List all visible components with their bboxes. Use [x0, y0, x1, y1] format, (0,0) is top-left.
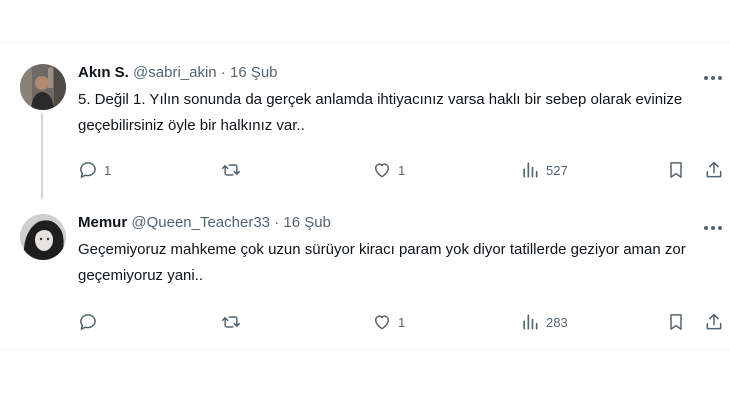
- display-name[interactable]: Memur: [78, 214, 127, 231]
- tweet-text: Geçemiyoruz mahkeme çok uzun sürüyor kir…: [78, 241, 686, 284]
- views-button[interactable]: 283: [520, 311, 568, 333]
- bookmark-icon: [666, 312, 686, 332]
- share-button[interactable]: [704, 311, 724, 333]
- like-count: 1: [398, 314, 406, 330]
- avatar[interactable]: [20, 214, 66, 260]
- bookmark-button[interactable]: [666, 159, 686, 181]
- more-dots-icon[interactable]: [703, 219, 723, 230]
- share-button[interactable]: [704, 159, 724, 181]
- views-chart-icon: [520, 312, 540, 332]
- retweet-icon: [221, 312, 241, 332]
- handle[interactable]: @Queen_Teacher33: [131, 214, 270, 231]
- reply-button[interactable]: 1: [78, 159, 111, 181]
- reply-icon: [78, 312, 98, 332]
- handle[interactable]: @sabri_akin: [133, 64, 217, 81]
- share-icon: [704, 160, 724, 180]
- top-divider: [0, 42, 730, 43]
- bottom-divider: [0, 349, 730, 350]
- tweet-header: Memur @Queen_Teacher33 · 16 Şub: [78, 213, 331, 233]
- tweet-actions: 1 283: [78, 311, 728, 333]
- display-name[interactable]: Akın S.: [78, 64, 129, 81]
- like-button[interactable]: 1: [372, 159, 405, 181]
- tweet-date[interactable]: 16 Şub: [283, 214, 331, 231]
- reply-icon: [78, 160, 98, 180]
- retweet-icon: [221, 160, 241, 180]
- share-icon: [704, 312, 724, 332]
- views-count: 527: [546, 162, 568, 178]
- avatar[interactable]: [20, 64, 66, 110]
- retweet-button[interactable]: [221, 159, 247, 181]
- like-count: 1: [398, 162, 406, 178]
- heart-icon: [372, 160, 392, 180]
- reply-count: 1: [104, 162, 112, 178]
- retweet-button[interactable]: [221, 311, 247, 333]
- views-chart-icon: [520, 160, 540, 180]
- tweet-text: 5. Değil 1. Yılın sonunda da gerçek anla…: [78, 91, 683, 134]
- separator: ·: [274, 214, 280, 231]
- tweet-header: Akın S. @sabri_akin · 16 Şub: [78, 63, 278, 83]
- thread-connector-line: [41, 113, 43, 199]
- more-dots-icon[interactable]: [703, 69, 723, 80]
- views-button[interactable]: 527: [520, 159, 568, 181]
- reply-button[interactable]: [78, 311, 104, 333]
- like-button[interactable]: 1: [372, 311, 405, 333]
- bookmark-icon: [666, 160, 686, 180]
- views-count: 283: [546, 314, 568, 330]
- tweet-actions: 1 1 527: [78, 159, 728, 181]
- separator: ·: [220, 64, 226, 81]
- bookmark-button[interactable]: [666, 311, 686, 333]
- tweet-date[interactable]: 16 Şub: [230, 64, 278, 81]
- heart-icon: [372, 312, 392, 332]
